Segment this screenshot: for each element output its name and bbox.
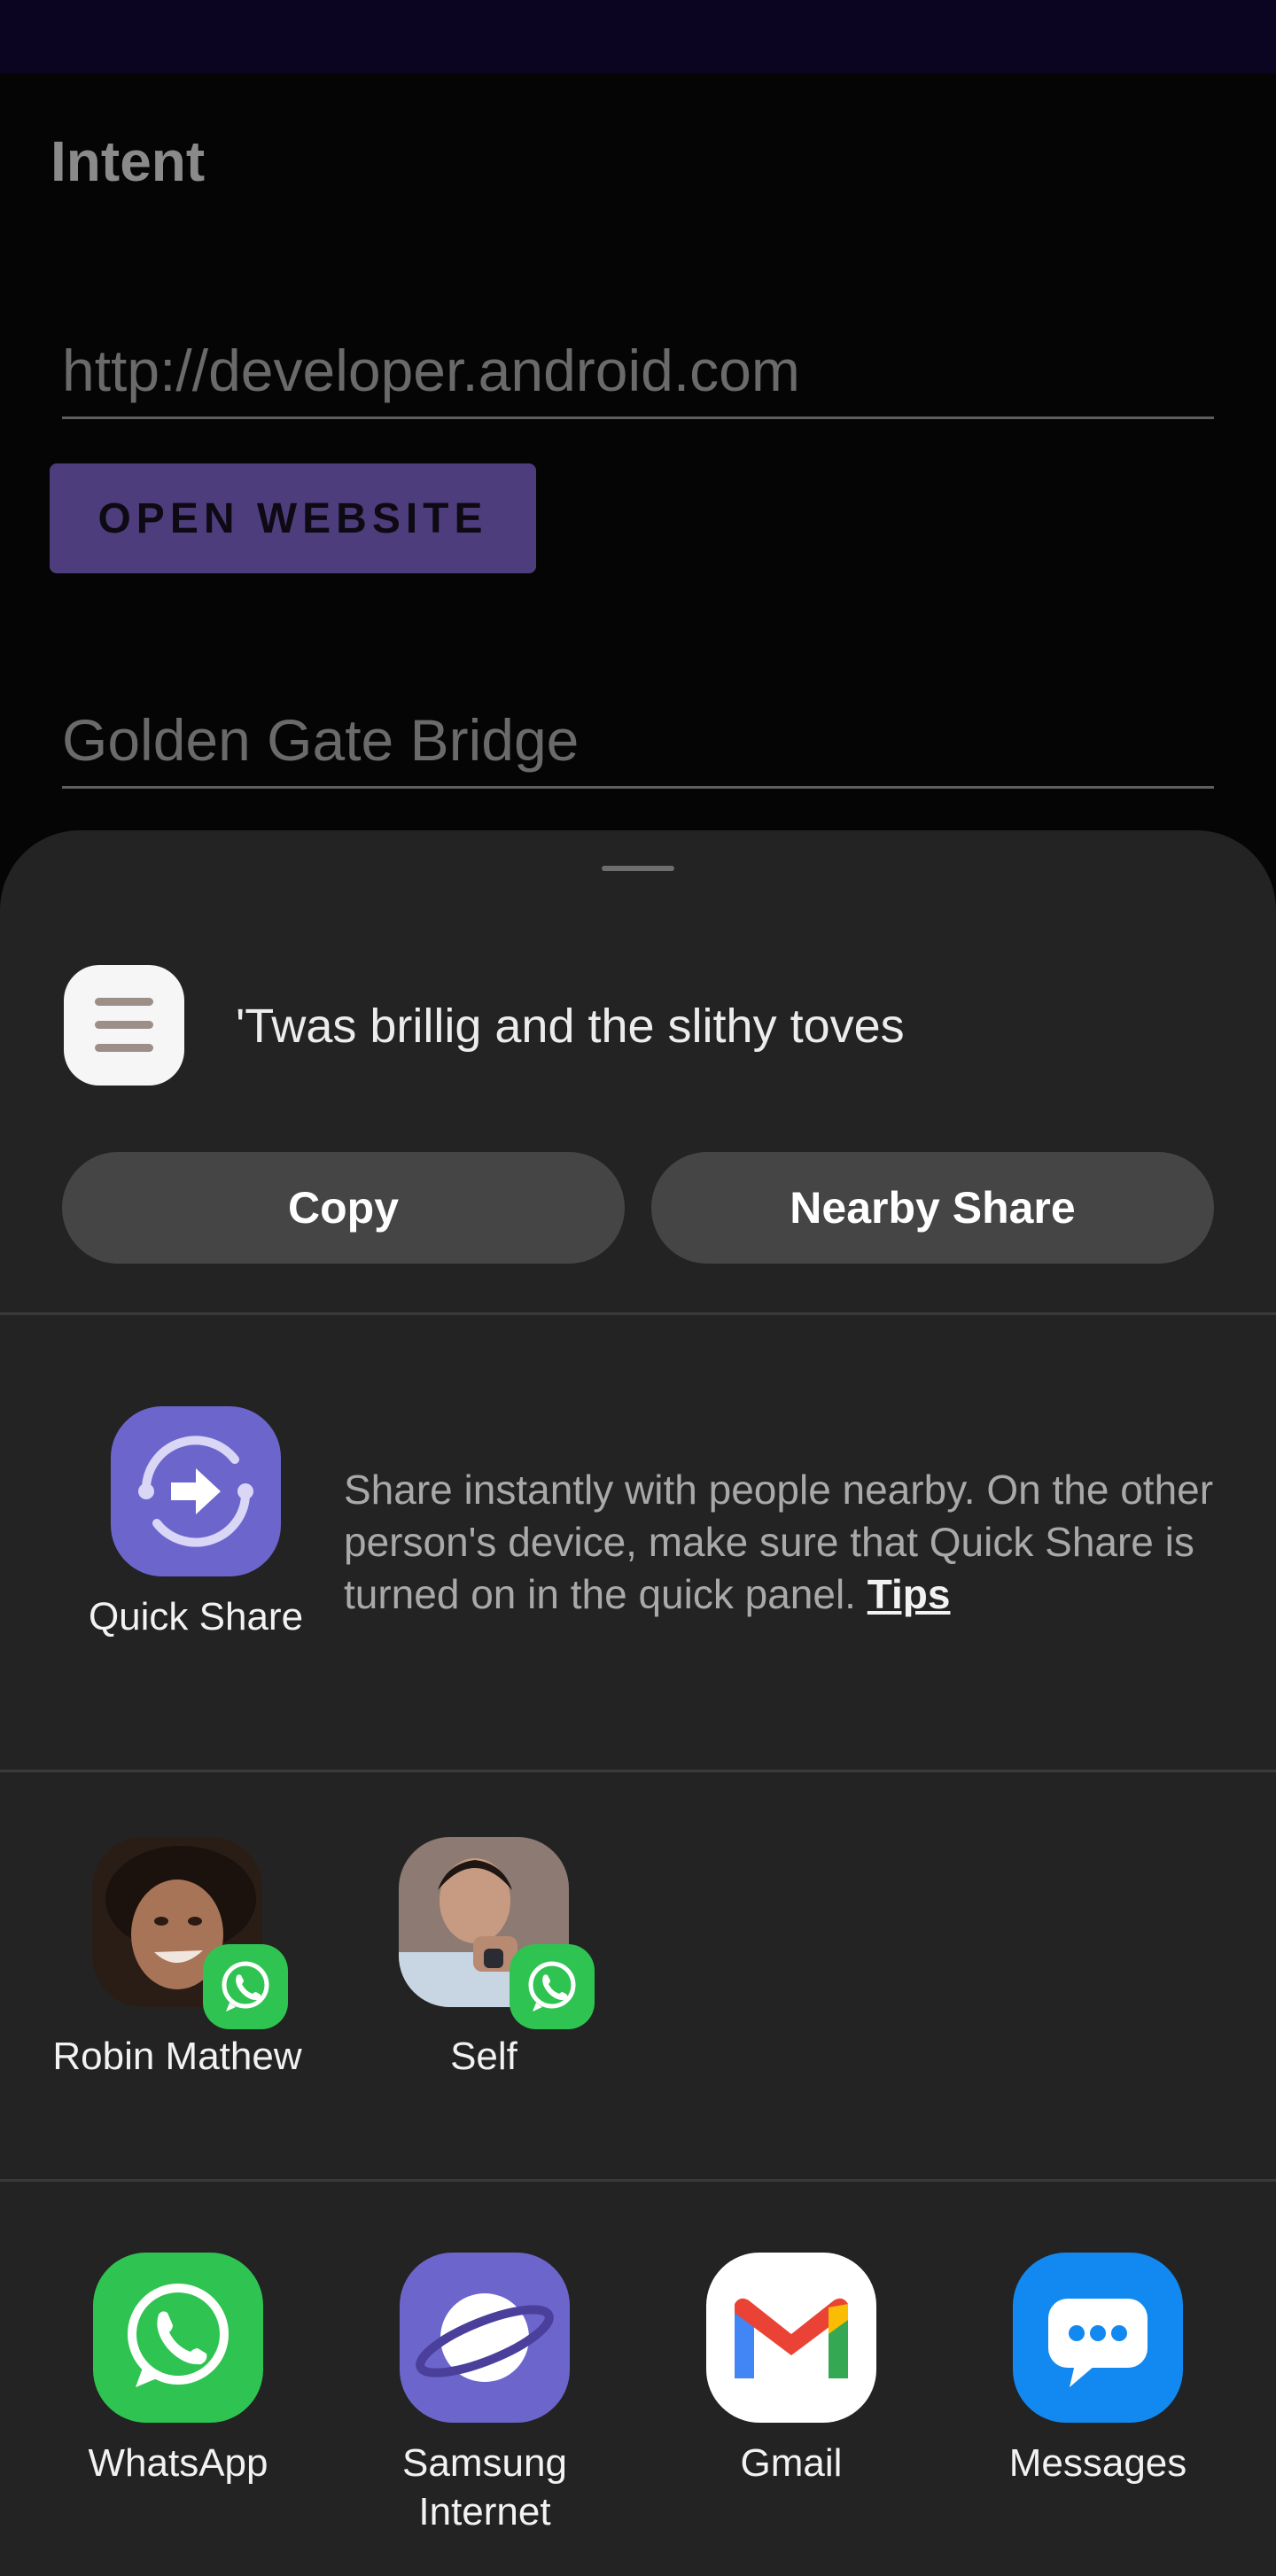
divider [0, 1312, 1276, 1315]
copy-label: Copy [288, 1183, 399, 1233]
divider [0, 1770, 1276, 1772]
quick-share-description-text: Share instantly with people nearby. On t… [344, 1467, 1214, 1617]
nearby-share-label: Nearby Share [790, 1183, 1076, 1233]
contact-robin-mathew[interactable]: Robin Mathew [43, 1837, 302, 2121]
app-whatsapp[interactable]: WhatsApp [45, 2253, 311, 2545]
contact-name: Robin Mathew [52, 2035, 302, 2078]
tips-link[interactable]: Tips [868, 1571, 951, 1617]
url-input-value: http://developer.android.com [62, 338, 800, 403]
contact-self[interactable]: Self [349, 1837, 595, 2121]
contact-name: Self [450, 2035, 517, 2078]
app-label: Samsung Internet [402, 2441, 567, 2533]
url-input[interactable]: http://developer.android.com [62, 328, 1214, 419]
app-label: Messages [1008, 2441, 1187, 2485]
location-input[interactable]: Golden Gate Bridge [62, 697, 1214, 789]
nearby-share-button[interactable]: Nearby Share [651, 1152, 1214, 1264]
text-document-icon [64, 965, 184, 1086]
app-title: Intent [51, 129, 206, 193]
divider [0, 2179, 1276, 2182]
samsung-internet-icon [400, 2253, 570, 2423]
location-input-value: Golden Gate Bridge [62, 707, 580, 773]
drag-handle[interactable] [602, 866, 674, 871]
app-gmail[interactable]: Gmail [658, 2253, 924, 2545]
copy-button[interactable]: Copy [62, 1152, 625, 1264]
status-bar [0, 0, 1276, 74]
app-samsung-internet[interactable]: Samsung Internet [352, 2253, 618, 2545]
quick-share-label: Quick Share [88, 1595, 304, 1638]
app-label: Gmail [740, 2441, 843, 2485]
app-messages[interactable]: Messages [965, 2253, 1231, 2545]
open-website-label: OPEN WEBSITE [97, 494, 488, 542]
quick-share-description: Share instantly with people nearby. On t… [344, 1464, 1221, 1621]
open-website-button[interactable]: OPEN WEBSITE [50, 463, 536, 573]
whatsapp-icon [93, 2253, 263, 2423]
quick-share-icon[interactable] [111, 1406, 281, 1576]
shared-text-preview: 'Twas brillig and the slithy toves [236, 1000, 905, 1053]
app-label: WhatsApp [88, 2441, 268, 2485]
share-sheet: 'Twas brillig and the slithy toves Copy … [0, 830, 1276, 2576]
gmail-icon [706, 2253, 876, 2423]
whatsapp-icon [203, 1944, 288, 2029]
messages-icon [1013, 2253, 1183, 2423]
whatsapp-icon [510, 1944, 595, 2029]
